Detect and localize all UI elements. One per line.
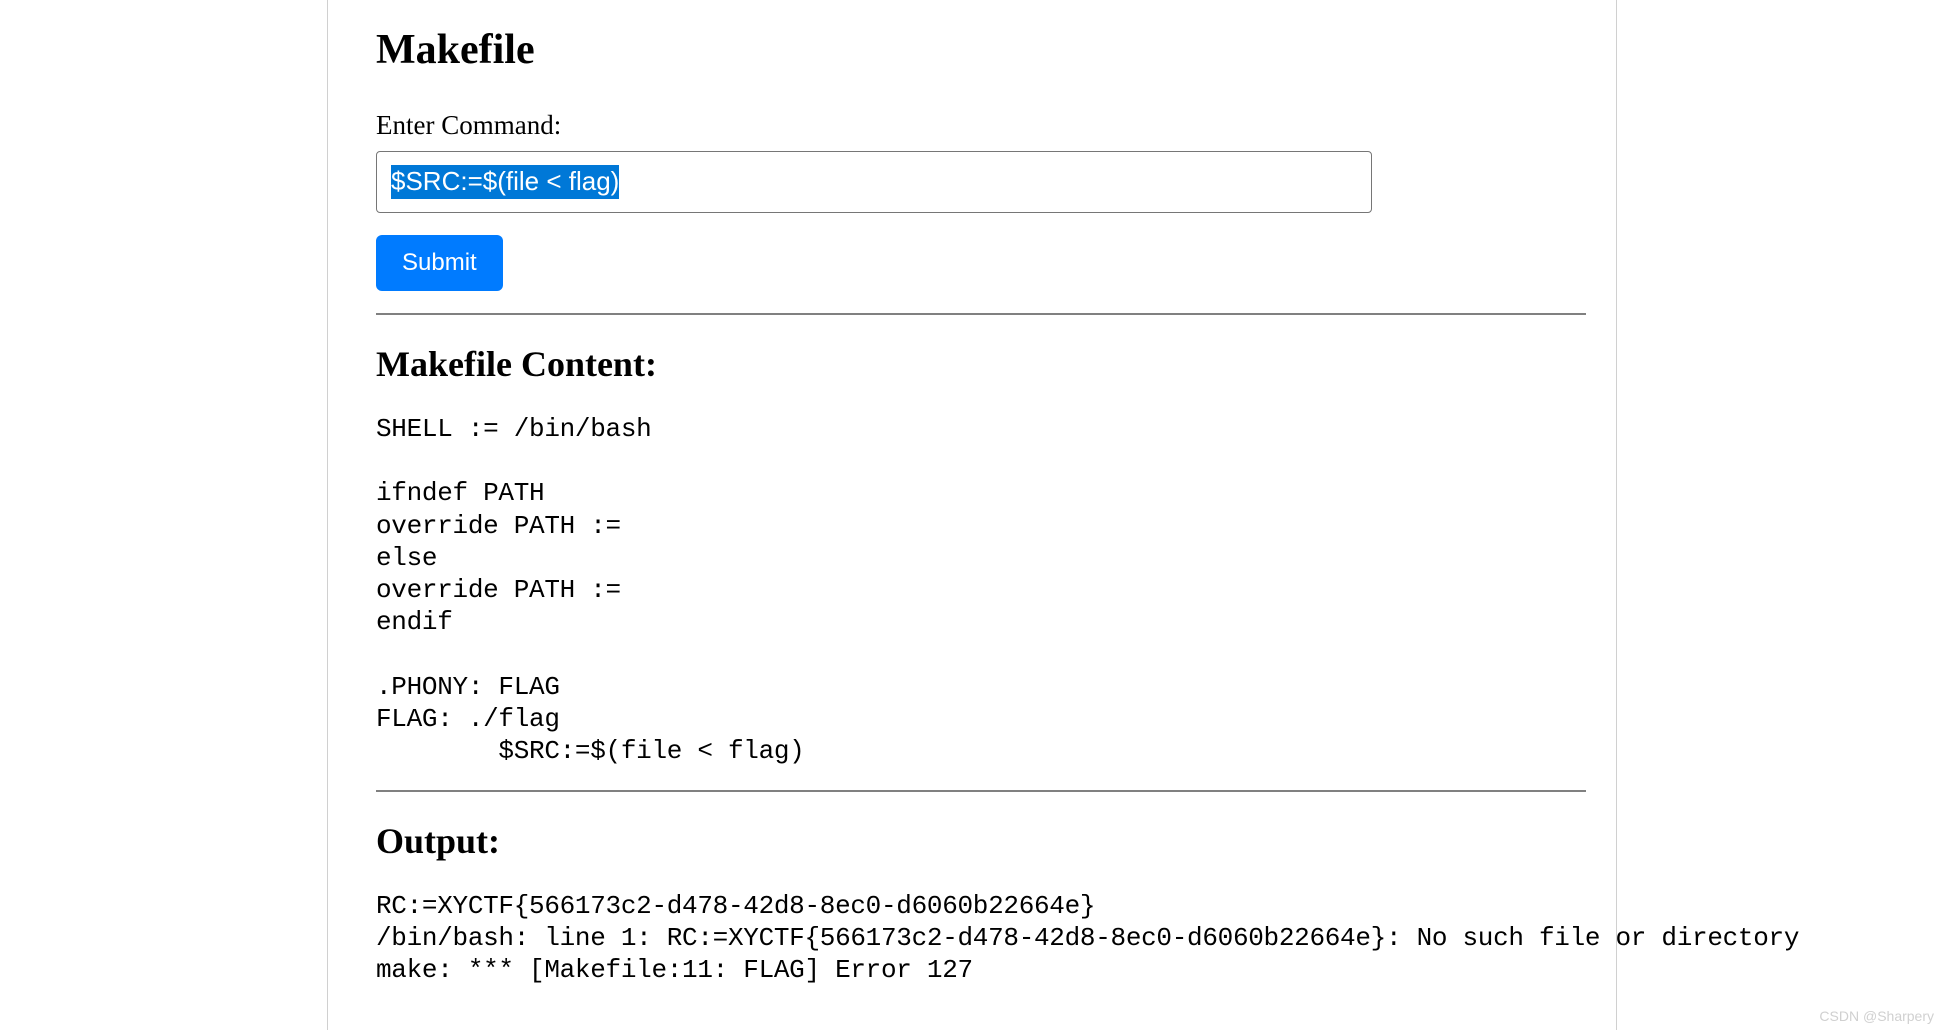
output-content-code: RC:=XYCTF{566173c2-d478-42d8-8ec0-d6060b… xyxy=(376,890,1568,987)
makefile-content-heading: Makefile Content: xyxy=(376,343,1568,385)
page-title: Makefile xyxy=(376,26,1568,74)
command-input[interactable]: $SRC:=$(file < flag) xyxy=(376,151,1372,213)
command-input-selected-text: $SRC:=$(file < flag) xyxy=(391,165,619,198)
watermark: CSDN @Sharpery xyxy=(1819,1008,1934,1024)
main-container: Makefile Enter Command: $SRC:=$(file < f… xyxy=(327,0,1617,1030)
output-heading: Output: xyxy=(376,820,1568,862)
command-input-label: Enter Command: xyxy=(376,110,1568,141)
submit-button[interactable]: Submit xyxy=(376,235,503,291)
divider xyxy=(376,790,1586,792)
makefile-content-code: SHELL := /bin/bash ifndef PATH override … xyxy=(376,413,1568,768)
divider xyxy=(376,313,1586,315)
